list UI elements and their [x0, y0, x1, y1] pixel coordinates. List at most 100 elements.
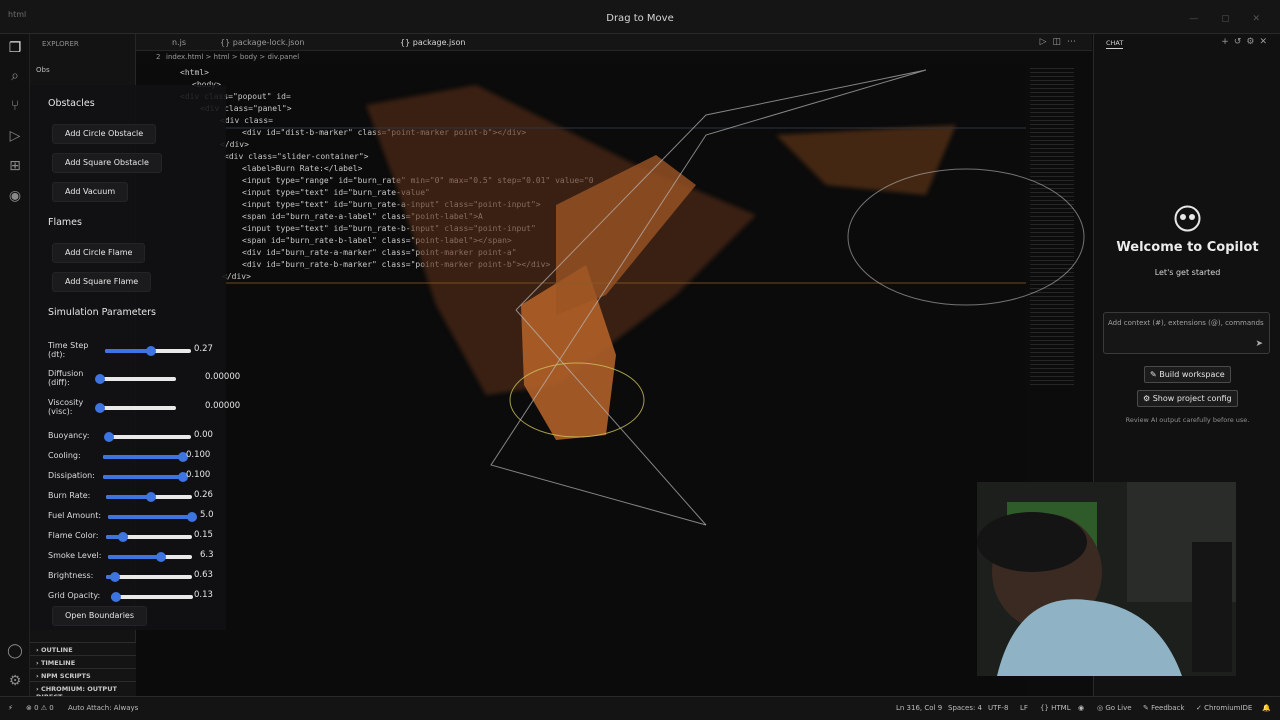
- parameter-slider[interactable]: [95, 374, 176, 384]
- explorer-icon[interactable]: ❐: [5, 38, 25, 58]
- section-timeline[interactable]: › TIMELINE: [30, 655, 136, 668]
- source-control-icon[interactable]: ⑂: [5, 96, 25, 116]
- history-icon[interactable]: ↺: [1234, 37, 1247, 47]
- feedback-button[interactable]: ✎ Feedback: [1143, 704, 1184, 712]
- build-workspace-button[interactable]: ✎ Build workspace: [1144, 366, 1231, 383]
- close-icon[interactable]: ✕: [1259, 37, 1272, 47]
- add-square-obstacle-button[interactable]: Add Square Obstacle: [52, 153, 162, 173]
- split-editor-icon[interactable]: ◫: [1052, 37, 1067, 47]
- slider-thumb[interactable]: [95, 403, 105, 413]
- code-line[interactable]: <html>: [180, 68, 209, 77]
- chat-header-actions[interactable]: +↺⚙✕: [1221, 37, 1272, 47]
- slider-thumb[interactable]: [110, 592, 121, 602]
- breadcrumb: 2 index.html > html > body > div.panel: [136, 53, 1092, 65]
- section-npm-scripts[interactable]: › NPM SCRIPTS: [30, 668, 136, 681]
- chat-input-box[interactable]: ➤: [1103, 312, 1270, 354]
- more-actions-icon[interactable]: ⋯: [1067, 37, 1082, 47]
- slider-thumb[interactable]: [146, 346, 157, 356]
- parameter-slider[interactable]: [103, 472, 188, 482]
- minimap[interactable]: [1030, 68, 1074, 388]
- copilot-status-icon[interactable]: ◉: [1078, 704, 1084, 712]
- chromium-ide-status[interactable]: ✓ ChromiumIDE: [1196, 704, 1252, 712]
- slider-thumb[interactable]: [155, 552, 166, 562]
- add-circle-flame-button[interactable]: Add Circle Flame: [52, 243, 146, 263]
- slider-thumb[interactable]: [187, 512, 197, 522]
- code-line[interactable]: <div id="burn_rate-a-marker" class="poin…: [242, 248, 517, 257]
- tab-package-lock-json[interactable]: {} package-lock.json: [220, 38, 304, 47]
- parameter-slider[interactable]: [106, 532, 192, 542]
- build-icon: ✎: [1150, 370, 1160, 379]
- open-boundaries-button[interactable]: Open Boundaries: [52, 606, 148, 626]
- add-square-flame-button[interactable]: Add Square Flame: [52, 272, 152, 292]
- webcam-overlay: [977, 482, 1236, 676]
- drag-handle[interactable]: Obs: [36, 66, 50, 74]
- remote-indicator-icon[interactable]: ⚡: [8, 704, 13, 712]
- code-line[interactable]: <input type="text" id="burn_rate-value": [242, 188, 430, 197]
- code-line[interactable]: <input type="range" id="burn_rate" min="…: [242, 176, 594, 185]
- parameter-slider[interactable]: [103, 452, 188, 462]
- settings-gear-icon[interactable]: ⚙: [1246, 37, 1259, 47]
- tab-main-js[interactable]: n.js: [172, 38, 186, 47]
- slider-thumb[interactable]: [145, 492, 156, 502]
- notifications-bell-icon[interactable]: 🔔: [1262, 704, 1271, 712]
- run-icon[interactable]: ▷: [1040, 37, 1053, 47]
- problems-count[interactable]: ⊗ 0 ⚠ 0: [26, 704, 54, 712]
- code-line[interactable]: <input type="text" id="burn_rate-a-input…: [242, 200, 541, 209]
- cursor-position[interactable]: Ln 316, Col 9: [896, 704, 942, 712]
- search-icon[interactable]: ⌕: [5, 66, 25, 86]
- editor-actions[interactable]: ▷◫⋯: [1040, 37, 1082, 47]
- window-controls[interactable]: — ▢ ✕: [1189, 14, 1270, 24]
- new-chat-icon[interactable]: +: [1221, 37, 1234, 47]
- indentation-setting[interactable]: Spaces: 4: [948, 704, 982, 712]
- slider-thumb[interactable]: [118, 532, 129, 542]
- parameter-slider[interactable]: [95, 403, 176, 413]
- auto-attach-status[interactable]: Auto Attach: Always: [68, 704, 138, 712]
- go-live-button[interactable]: ◎ Go Live: [1097, 704, 1132, 712]
- settings-gear-icon[interactable]: ⚙: [5, 671, 25, 691]
- chromium-ide-label: ChromiumIDE: [1204, 704, 1253, 712]
- eol-setting[interactable]: LF: [1020, 704, 1028, 712]
- code-line[interactable]: </div>: [222, 272, 251, 281]
- chat-input[interactable]: [1108, 319, 1267, 327]
- slider-thumb[interactable]: [104, 432, 114, 442]
- code-editor[interactable]: <html><body><div class="popout" id=<div …: [136, 65, 1026, 696]
- code-line[interactable]: <div id="burn_rate-b-marker" class="poin…: [242, 260, 550, 269]
- webcam-shelf: [1192, 542, 1232, 672]
- parameter-slider[interactable]: [108, 512, 197, 522]
- account-icon[interactable]: ◯: [5, 641, 25, 661]
- breadcrumb-path[interactable]: index.html > html > body > div.panel: [166, 53, 299, 61]
- parameter-slider[interactable]: [106, 492, 192, 502]
- parameter-slider[interactable]: [110, 592, 193, 602]
- title-bar[interactable]: html Drag to Move — ▢ ✕: [0, 0, 1280, 34]
- encoding-setting[interactable]: UTF-8: [988, 704, 1008, 712]
- run-debug-icon[interactable]: ▷: [5, 126, 25, 146]
- chat-header[interactable]: CHAT: [1106, 39, 1124, 49]
- chromium-icon[interactable]: ◉: [5, 186, 25, 206]
- tab-package-json[interactable]: {} package.json: [400, 38, 465, 47]
- parameter-slider[interactable]: [105, 346, 191, 356]
- code-line[interactable]: <div id="dist-b-marker" class="point-mar…: [242, 128, 526, 137]
- parameter-slider[interactable]: [106, 572, 192, 582]
- show-project-config-button[interactable]: ⚙ Show project config: [1137, 390, 1238, 407]
- section-outline[interactable]: › OUTLINE: [30, 642, 136, 655]
- slider-thumb[interactable]: [109, 572, 120, 582]
- slider-fill: [108, 555, 161, 559]
- add-vacuum-button[interactable]: Add Vacuum: [52, 182, 129, 202]
- extensions-icon[interactable]: ⊞: [5, 156, 25, 176]
- code-line[interactable]: <label>Burn Rate:</label>: [242, 164, 362, 173]
- code-line[interactable]: <div class="slider-container">: [224, 152, 369, 161]
- code-line[interactable]: <input type="text" id="burn_rate-b-input…: [242, 224, 536, 233]
- code-line[interactable]: <span id="burn_rate-a-label" class="poin…: [242, 212, 483, 221]
- code-line[interactable]: <div class=: [220, 116, 273, 125]
- section-chromium-output[interactable]: › CHROMIUM: OUTPUT DIRECT...: [30, 681, 136, 701]
- send-icon[interactable]: ➤: [1255, 339, 1263, 349]
- simulation-controls-panel[interactable]: Obs Obstacles Add Circle Obstacle Add Sq…: [30, 66, 240, 630]
- parameter-slider[interactable]: [104, 432, 191, 442]
- add-circle-obstacle-button[interactable]: Add Circle Obstacle: [52, 124, 157, 144]
- parameter-row: Buoyancy: 0.00: [48, 428, 228, 446]
- language-mode[interactable]: {} HTML: [1040, 704, 1071, 712]
- parameter-slider[interactable]: [108, 552, 192, 562]
- parameter-value: 0.100: [186, 470, 211, 480]
- code-line[interactable]: <span id="burn_rate-b-label" class="poin…: [242, 236, 512, 245]
- slider-thumb[interactable]: [95, 374, 105, 384]
